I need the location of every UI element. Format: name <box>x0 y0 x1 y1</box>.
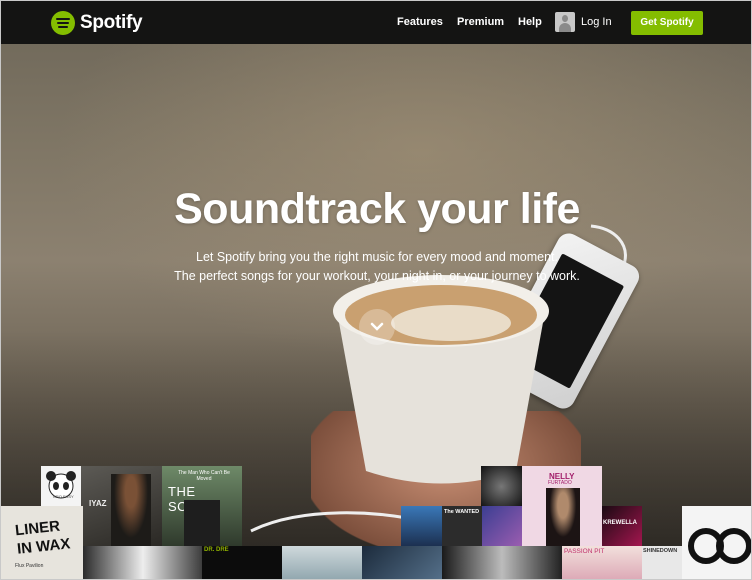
hero-subtitle-line-2: The perfect songs for your workout, your… <box>174 269 580 283</box>
album-cover-dr-dre[interactable]: DR. DRE <box>202 546 282 579</box>
album-cover-passion-pit[interactable]: PASSION PIT <box>562 546 642 579</box>
album-cover-the-script[interactable]: The Man Who Can't Be Moved THE SCRIPT <box>162 466 242 546</box>
get-spotify-button[interactable]: Get Spotify <box>631 11 703 35</box>
chevron-down-icon <box>370 322 384 331</box>
hero-subtitle-line-1: Let Spotify bring you the right music fo… <box>196 250 558 264</box>
login-label: Log In <box>581 16 612 28</box>
spotify-logo-icon <box>51 11 75 35</box>
login-link[interactable]: Log In <box>555 12 612 32</box>
panda-icon <box>46 471 76 499</box>
album-cover-dark-blue[interactable] <box>362 546 442 579</box>
album-cover-krewella[interactable]: KREWELLA <box>602 506 642 546</box>
album-cover-purple[interactable] <box>482 506 522 546</box>
nav-help-link[interactable]: Help <box>518 16 542 28</box>
spotify-logo[interactable]: Spotify <box>51 11 143 35</box>
album-cover-blue[interactable] <box>401 506 442 546</box>
scroll-down-button[interactable] <box>359 309 395 345</box>
album-cover-nelly-furtado[interactable]: NELLY FURTADO <box>522 466 602 546</box>
user-icon <box>555 12 575 32</box>
top-navbar: Spotify Features Premium Help Log In Get… <box>1 1 751 44</box>
album-cover-portrait[interactable] <box>83 546 203 579</box>
page-frame: Spotify Features Premium Help Log In Get… <box>0 0 752 580</box>
coffee-cup-image <box>333 275 549 484</box>
nav-features-link[interactable]: Features <box>397 16 443 28</box>
album-cover-shinedown[interactable]: SHINEDOWN <box>642 546 683 579</box>
hero-headline: Soundtrack your life <box>174 185 580 233</box>
album-cover-light[interactable] <box>282 546 362 579</box>
album-cover-the-wanted[interactable]: The WANTED <box>442 506 482 546</box>
album-cover-rings[interactable] <box>682 506 751 579</box>
album-cover-bw[interactable] <box>481 466 522 507</box>
album-cover-iyaz[interactable]: IYAZ <box>81 466 163 546</box>
album-cover-cro[interactable]: CRO EASY <box>41 466 81 506</box>
album-cover-face[interactable] <box>442 546 562 579</box>
nav-premium-link[interactable]: Premium <box>457 16 504 28</box>
brand-name: Spotify <box>80 12 143 33</box>
album-cover-liner-in-wax[interactable]: LINER IN WAX Flux Pavilion <box>1 506 83 579</box>
rings-icon <box>688 528 751 564</box>
